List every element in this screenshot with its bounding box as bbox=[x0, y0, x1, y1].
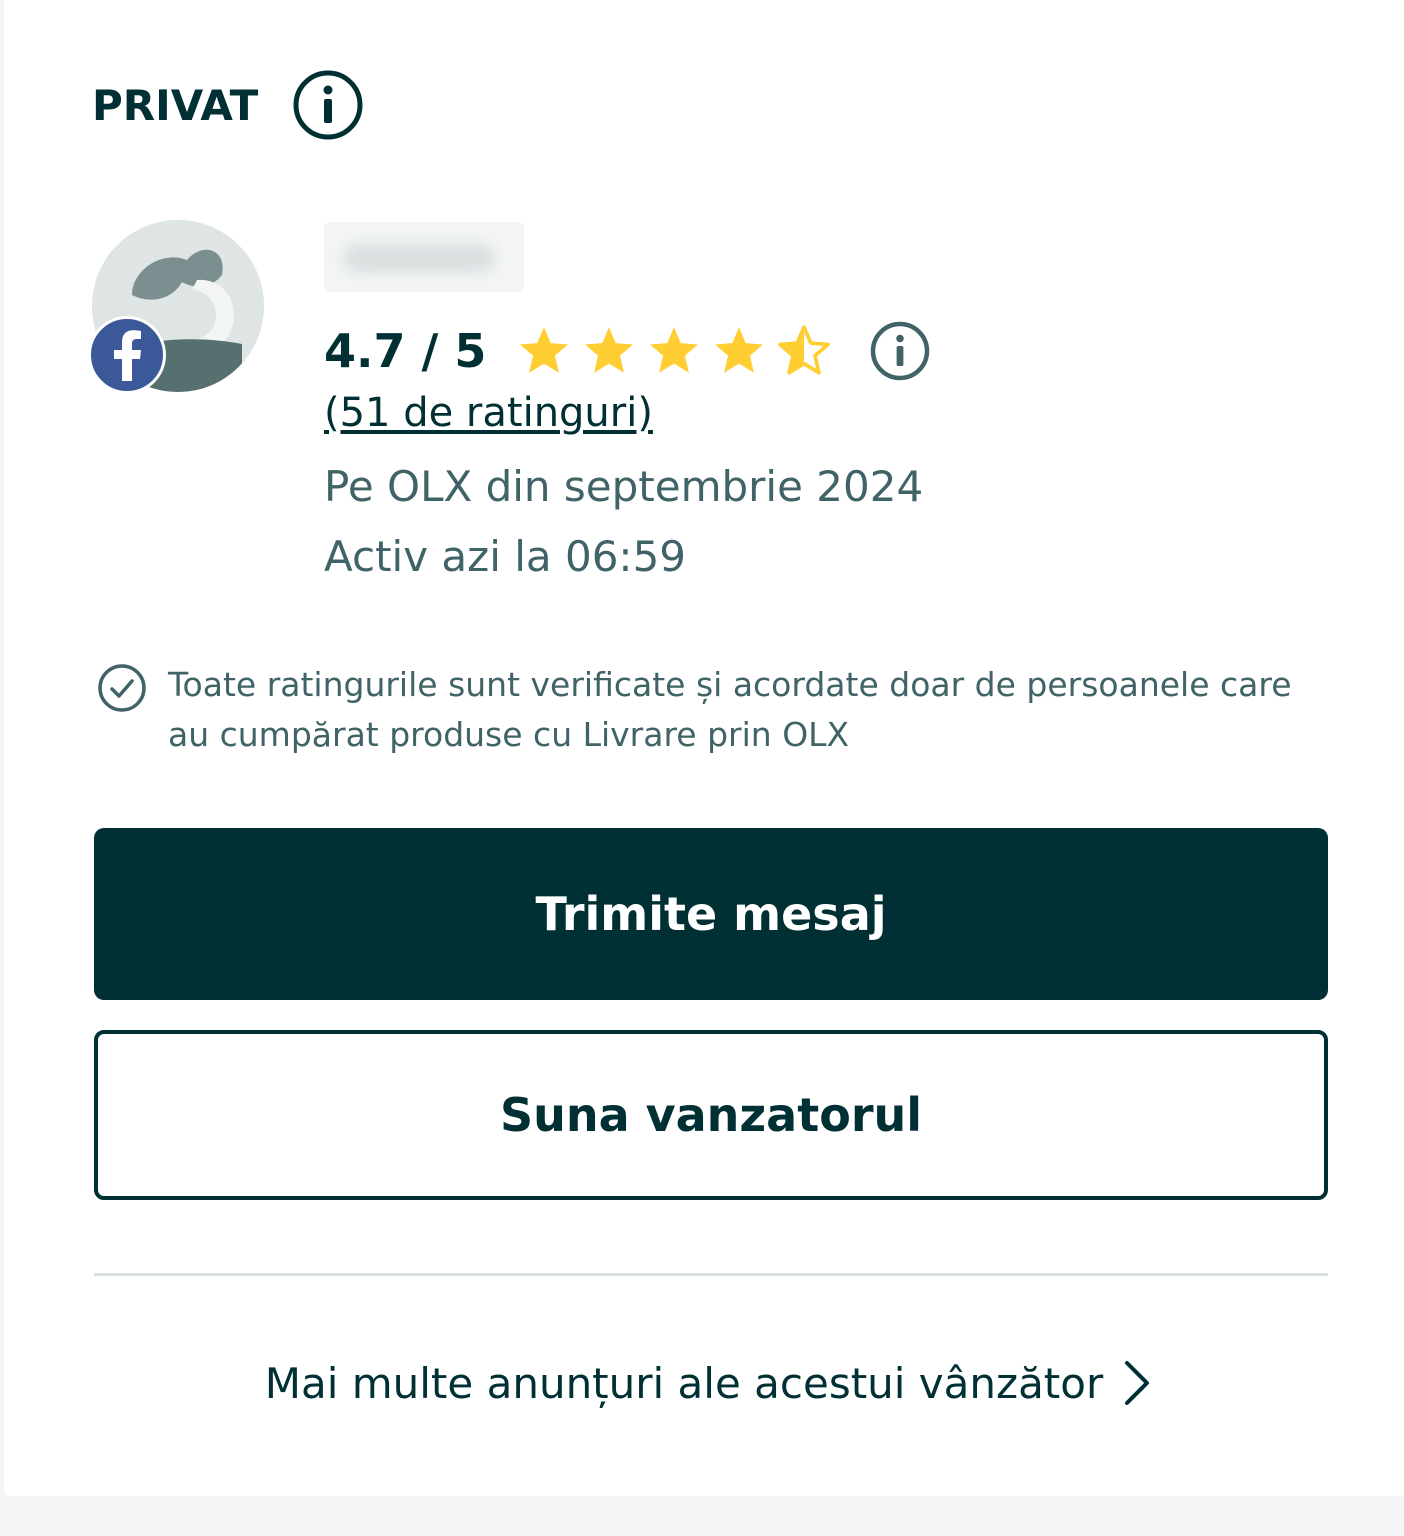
last-active: Activ azi la 06:59 bbox=[324, 532, 687, 581]
verified-notice-text: Toate ratingurile sunt verificate și aco… bbox=[168, 665, 1292, 754]
star-icon bbox=[585, 327, 634, 373]
member-since: Pe OLX din septembrie 2024 bbox=[324, 462, 924, 511]
ratings-count-link[interactable]: (51 de ratinguri) bbox=[324, 390, 653, 436]
check-circle-icon bbox=[98, 664, 146, 712]
chevron-right-icon bbox=[1125, 1361, 1150, 1405]
seller-card: PRIVAT 4.7 / 5 (51 de ratinguri) Pe OLX … bbox=[4, 0, 1404, 1496]
more-ads-link[interactable]: Mai multe anunțuri ale acestui vânzător bbox=[94, 1348, 1328, 1418]
rating-row: 4.7 / 5 bbox=[324, 316, 931, 386]
facebook-icon bbox=[88, 316, 166, 394]
rating-stars bbox=[516, 323, 841, 379]
star-icon bbox=[650, 327, 699, 373]
more-ads-label: Mai multe anunțuri ale acestui vânzător bbox=[264, 1358, 1104, 1408]
seller-name-redacted bbox=[324, 222, 524, 292]
call-seller-button[interactable]: Suna vanzatorul bbox=[94, 1030, 1328, 1200]
star-half-icon bbox=[778, 325, 831, 375]
star-icon bbox=[715, 327, 764, 373]
star-icon bbox=[520, 327, 569, 373]
info-icon[interactable] bbox=[292, 69, 364, 141]
divider bbox=[94, 1273, 1328, 1276]
seller-type-label: PRIVAT bbox=[92, 80, 259, 130]
send-message-button[interactable]: Trimite mesaj bbox=[94, 828, 1328, 1000]
avatar bbox=[88, 220, 264, 394]
rating-info-icon[interactable] bbox=[869, 320, 931, 382]
rating-value: 4.7 / 5 bbox=[324, 324, 487, 378]
seller-type-row: PRIVAT bbox=[92, 70, 364, 140]
verified-ratings-notice: Toate ratingurile sunt verificate și aco… bbox=[96, 660, 1326, 760]
